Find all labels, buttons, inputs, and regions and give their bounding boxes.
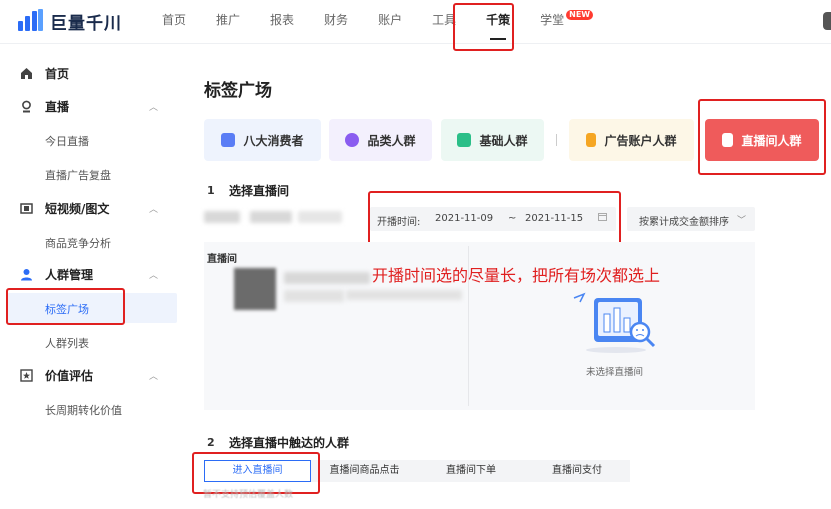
- audience-tabs: 进入直播间 直播间商品点击 直播间下单 直播间支付: [204, 460, 630, 482]
- brand-name: 巨量千川: [50, 13, 122, 34]
- star-icon: [19, 368, 33, 382]
- date-range-label: 开播时间:: [377, 217, 421, 228]
- sidebar-label-audience: 人群管理: [45, 267, 94, 282]
- date-separator: ~: [508, 213, 517, 224]
- sidebar-group-live[interactable]: 直播 ︿: [0, 89, 184, 123]
- nav-reports[interactable]: 报表: [270, 0, 294, 44]
- blurred-account-name: [204, 211, 240, 223]
- robot-icon: [221, 133, 236, 147]
- sidebar-item-long-term-value[interactable]: 长周期转化价值: [45, 402, 122, 418]
- person-icon: [457, 133, 472, 147]
- empty-state-text: 未选择直播间: [586, 367, 644, 378]
- nav-promote[interactable]: 推广: [216, 0, 240, 44]
- broadcast-date-range[interactable]: 开播时间: 2021-11-09 ~ 2021-11-15: [370, 207, 616, 231]
- new-badge: NEW: [566, 10, 594, 20]
- brand-logo[interactable]: 巨量千川: [16, 7, 122, 35]
- category-label: 八大消费者: [243, 133, 304, 148]
- nav-academy[interactable]: 学堂 NEW: [540, 0, 594, 44]
- sort-select[interactable]: 按累计成交金额排序 ﹀: [627, 207, 755, 231]
- main-nav: 首页 推广 报表 财务 账户 工具 千策 学堂 NEW: [162, 0, 623, 44]
- phone-icon: [586, 133, 597, 147]
- date-end[interactable]: 2021-11-15: [525, 213, 583, 224]
- sidebar-group-video[interactable]: 短视频/图文 ︿: [0, 191, 184, 225]
- page-title: 标签广场: [204, 81, 272, 101]
- sidebar-group-value[interactable]: 价值评估 ︿: [0, 358, 184, 392]
- chevron-up-icon: ︿: [149, 204, 159, 215]
- category-label: 品类人群: [367, 133, 416, 148]
- chevron-up-icon: ︿: [149, 371, 159, 382]
- nav-home[interactable]: 首页: [162, 0, 186, 44]
- coverage-footnote: 暂不支持预估覆盖人数: [203, 490, 294, 500]
- blurred-account-name: [250, 211, 292, 223]
- sidebar-item-product-analysis[interactable]: 商品竞争分析: [45, 235, 111, 251]
- live-room-avatar[interactable]: [234, 268, 276, 310]
- category-label: 广告账户人群: [604, 133, 677, 148]
- nav-academy-label: 学堂: [540, 13, 565, 27]
- category-consumers[interactable]: 八大消费者: [204, 119, 321, 161]
- nav-finance[interactable]: 财务: [324, 0, 348, 44]
- step1-heading: 1 选择直播间: [207, 182, 289, 199]
- top-nav-bar: 巨量千川 首页 推广 报表 财务 账户 工具 千策 学堂 NEW: [0, 0, 831, 44]
- blurred-live-room-info: [284, 290, 344, 302]
- circle-icon: [345, 133, 360, 147]
- step-title: 选择直播间: [229, 184, 290, 198]
- live-room-list-title: 直播间: [207, 254, 237, 265]
- sidebar-label-home: 首页: [45, 66, 70, 81]
- user-icon: [19, 267, 33, 281]
- sidebar-label-video: 短视频/图文: [45, 201, 110, 216]
- tab-place-order[interactable]: 直播间下单: [418, 460, 524, 482]
- sidebar-label-value: 价值评估: [45, 368, 94, 383]
- step2-heading: 2 选择直播中触达的人群: [207, 434, 349, 451]
- annotation-text: 开播时间选的尽量长，把所有场次都选上: [372, 266, 661, 285]
- calendar-icon[interactable]: [598, 212, 607, 224]
- tv-icon: [722, 133, 734, 147]
- category-basic[interactable]: 基础人群: [441, 119, 544, 161]
- step-number: 2: [207, 436, 215, 449]
- video-icon: [19, 201, 33, 215]
- sidebar-item-audience-list[interactable]: 人群列表: [45, 335, 89, 351]
- sidebar-group-home[interactable]: 首页: [0, 56, 184, 90]
- sidebar-item-live-review[interactable]: 直播广告复盘: [45, 167, 111, 183]
- nav-tools[interactable]: 工具: [432, 0, 456, 44]
- blurred-account-name: [298, 211, 342, 223]
- tab-product-click[interactable]: 直播间商品点击: [311, 460, 418, 482]
- chevron-up-icon: ︿: [149, 270, 159, 281]
- sort-select-value: 按累计成交金额排序: [639, 217, 729, 228]
- tab-payment[interactable]: 直播间支付: [524, 460, 630, 482]
- nav-qiance[interactable]: 千策: [486, 0, 510, 44]
- chevron-down-icon: ﹀: [736, 216, 746, 226]
- sidebar-group-audience[interactable]: 人群管理 ︿: [0, 257, 184, 291]
- sidebar-label-live: 直播: [45, 99, 70, 114]
- logo-icon: [16, 9, 44, 33]
- nav-account[interactable]: 账户: [378, 0, 402, 44]
- blurred-live-room-info: [346, 290, 462, 300]
- live-icon: [19, 99, 33, 113]
- empty-state-illustration-icon: [573, 292, 656, 353]
- sidebar-item-tag-square[interactable]: 标签广场: [45, 301, 89, 317]
- step-title: 选择直播中触达的人群: [229, 436, 350, 450]
- user-avatar-icon[interactable]: [823, 12, 831, 30]
- sidebar-item-today-live[interactable]: 今日直播: [45, 133, 89, 149]
- date-start[interactable]: 2021-11-09: [435, 213, 493, 224]
- category-product[interactable]: 品类人群: [329, 119, 432, 161]
- category-ad-account[interactable]: 广告账户人群: [569, 119, 694, 161]
- home-icon: [19, 66, 33, 80]
- category-label: 直播间人群: [741, 133, 802, 148]
- step-number: 1: [207, 184, 215, 197]
- category-divider: [556, 134, 557, 146]
- sidebar: 首页 直播 ︿ 今日直播 直播广告复盘 短视频/图文 ︿ 商品竞争分析 人群管理…: [0, 45, 184, 509]
- sidebar-active-bg: [7, 293, 177, 323]
- category-live-room[interactable]: 直播间人群: [705, 119, 819, 161]
- chevron-up-icon: ︿: [149, 102, 159, 113]
- tab-enter-live-room[interactable]: 进入直播间: [204, 460, 311, 482]
- blurred-live-room-name: [284, 272, 370, 284]
- category-label: 基础人群: [479, 133, 528, 148]
- app-window: 巨量千川 首页 推广 报表 财务 账户 工具 千策 学堂 NEW 首页 直播 ︿…: [0, 0, 831, 509]
